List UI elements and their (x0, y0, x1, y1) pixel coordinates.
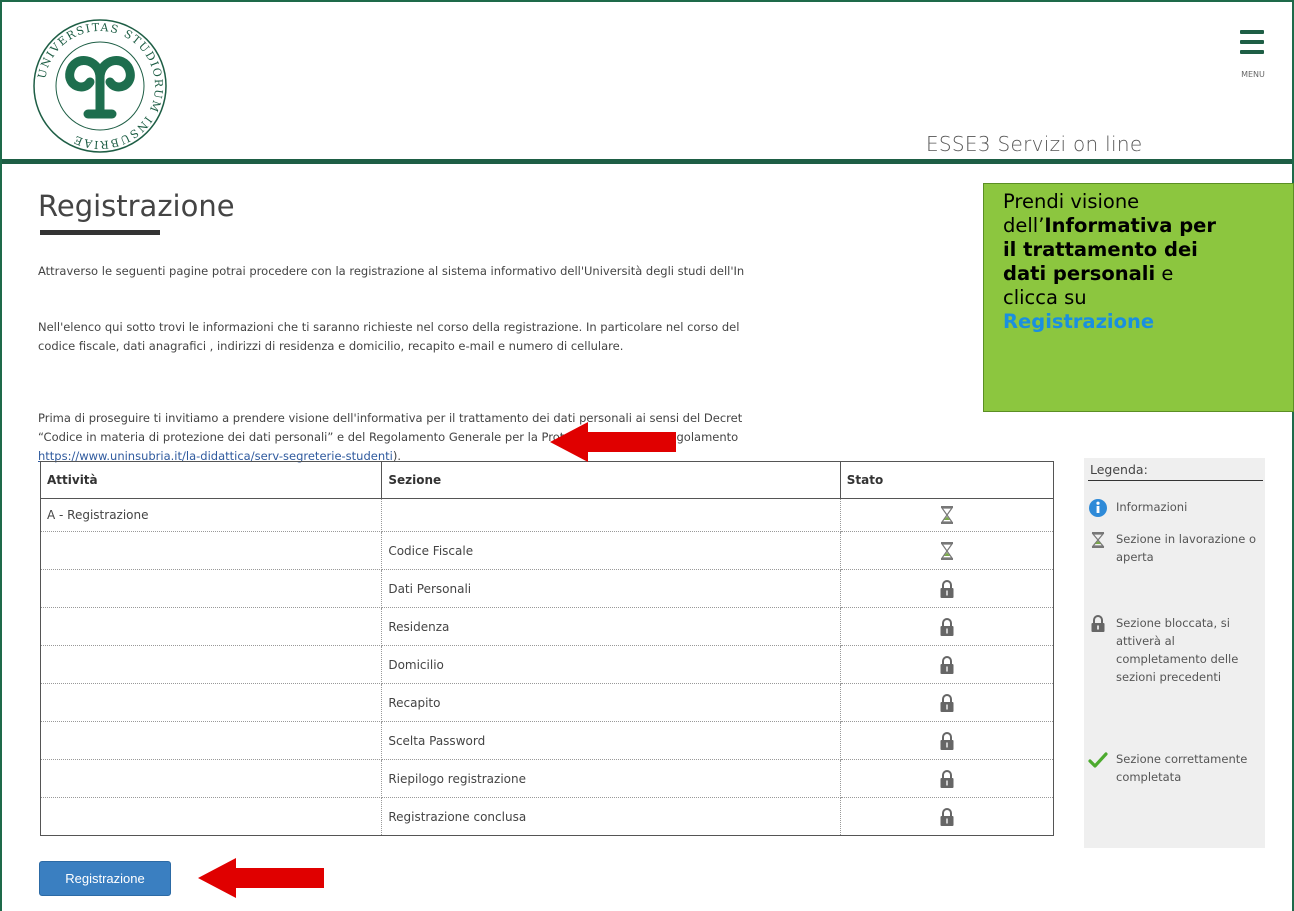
app-title: ESSE3 Servizi on line (926, 132, 1143, 156)
cell-attivita (40, 759, 383, 798)
callout-line3: il trattamento dei (1003, 238, 1294, 262)
privacy-text-line2: “Codice in materia di protezione dei dat… (38, 430, 739, 444)
info-paragraph: Nell'elenco qui sotto trovi le informazi… (38, 318, 983, 356)
legend-text-open: Sezione in lavorazione o aperta (1116, 532, 1256, 564)
callout-line5: clicca su (1003, 286, 1087, 309)
lock-icon (940, 693, 954, 712)
callout-line6-highlight: Registrazione (1003, 310, 1155, 333)
cell-sezione: Dati Personali (381, 569, 841, 608)
cell-stato (840, 531, 1054, 570)
lock-icon (940, 655, 954, 674)
legend-text-locked: Sezione bloccata, si attiverà al complet… (1116, 616, 1239, 684)
cell-attivita (40, 721, 383, 760)
cell-stato (840, 607, 1054, 646)
callout-line4: dati personali e (1003, 262, 1294, 286)
menu-label: MENU (1241, 70, 1265, 79)
privacy-paragraph: Prima di proseguire ti invitiamo a prend… (38, 409, 983, 466)
lock-icon (1091, 615, 1105, 632)
cell-stato (840, 798, 1053, 836)
table-row: Riepilogo registrazione (40, 759, 1054, 798)
cell-sezione: Registrazione conclusa (381, 797, 841, 836)
lock-icon (940, 731, 954, 750)
cell-attivita (40, 797, 383, 836)
cell-stato (840, 645, 1054, 684)
callout-text: Prendi visione dell’Informativa per il t… (1003, 190, 1294, 334)
lock-icon (940, 769, 954, 788)
cell-sezione: Recapito (381, 683, 841, 722)
menu-icon-bar (1240, 50, 1264, 54)
cell-sezione (381, 498, 841, 532)
callout-line6: Registrazione (1003, 310, 1294, 334)
cell-attivita (40, 645, 383, 684)
callout-line4-normal: e (1155, 262, 1174, 285)
header-divider (2, 159, 1292, 164)
lock-icon (940, 807, 954, 826)
cell-attivita: A - Registrazione (40, 498, 383, 532)
cell-sezione: Domicilio (381, 645, 841, 684)
university-logo[interactable]: UNIVERSITAS STUDIORUM INSUBRIAE (30, 16, 170, 156)
callout-line2: dell’Informativa per (1003, 214, 1294, 238)
header: UNIVERSITAS STUDIORUM INSUBRIAE MENU ESS… (2, 2, 1292, 161)
callout-line2-normal: dell’ (1003, 214, 1045, 237)
table-row: Scelta Password (40, 721, 1054, 760)
title-underline (40, 230, 160, 235)
menu-icon (1240, 30, 1264, 34)
cell-stato (840, 759, 1054, 798)
table-row: A - Registrazione (40, 498, 1054, 532)
cell-attivita (40, 607, 383, 646)
cell-attivita (40, 569, 383, 608)
legend-text-completed: Sezione correttamente completata (1116, 752, 1248, 784)
cell-stato (840, 569, 1054, 608)
cell-sezione: Residenza (381, 607, 841, 646)
intro-paragraph: Attraverso le seguenti pagine potrai pro… (38, 262, 983, 281)
red-arrow-button (198, 858, 324, 898)
cell-attivita (40, 683, 383, 722)
cell-sezione: Riepilogo registrazione (381, 759, 841, 798)
info-text-line1: Nell'elenco qui sotto trovi le informazi… (38, 320, 740, 334)
lock-icon (940, 617, 954, 636)
column-header-stato: Stato (840, 461, 1054, 499)
legend-title: Legenda: (1090, 462, 1148, 477)
privacy-text-line1: Prima di proseguire ti invitiamo a prend… (38, 411, 743, 425)
info-text-line2: codice fiscale, dati anagrafici , indiri… (38, 339, 624, 353)
registrazione-button[interactable]: Registrazione (39, 861, 171, 896)
table-row: Registrazione conclusa (40, 797, 1054, 836)
registration-steps-table: Attività Sezione Stato A - Registrazione… (40, 461, 1054, 836)
column-header-attivita: Attività (40, 461, 383, 499)
legend-panel: Legenda: Informazioni Sezione in lavoraz… (1084, 458, 1265, 848)
table-row: Domicilio (40, 645, 1054, 684)
table-row: Dati Personali (40, 569, 1054, 608)
intro-text: Attraverso le seguenti pagine potrai pro… (38, 264, 745, 278)
cell-stato (840, 683, 1054, 722)
table-header-row: Attività Sezione Stato (40, 461, 1054, 499)
red-arrow-link (550, 422, 676, 462)
menu-button[interactable]: MENU (1232, 22, 1274, 86)
cell-stato (840, 498, 1054, 532)
table-row: Recapito (40, 683, 1054, 722)
legend-text-info: Informazioni (1116, 500, 1188, 514)
table-row: Residenza (40, 607, 1054, 646)
callout-line3-bold: il trattamento dei (1003, 238, 1198, 261)
hourglass-icon (1091, 532, 1105, 548)
legend-divider (1088, 480, 1263, 481)
lock-icon (940, 579, 954, 598)
cell-stato (840, 721, 1054, 760)
hourglass-icon (940, 541, 954, 560)
page-title: Registrazione (38, 189, 235, 223)
checkmark-icon (1088, 752, 1108, 768)
table-row: Codice Fiscale (40, 531, 1054, 570)
cell-sezione: Scelta Password (381, 721, 841, 760)
info-icon (1089, 499, 1107, 517)
menu-icon-bar (1240, 40, 1264, 44)
callout-line1: Prendi visione (1003, 190, 1140, 213)
hourglass-icon (940, 506, 954, 524)
callout-line2-bold: Informativa per (1044, 214, 1216, 237)
callout-line4-bold: dati personali (1003, 262, 1156, 285)
cell-attivita (40, 531, 383, 570)
cell-sezione: Codice Fiscale (381, 531, 841, 570)
